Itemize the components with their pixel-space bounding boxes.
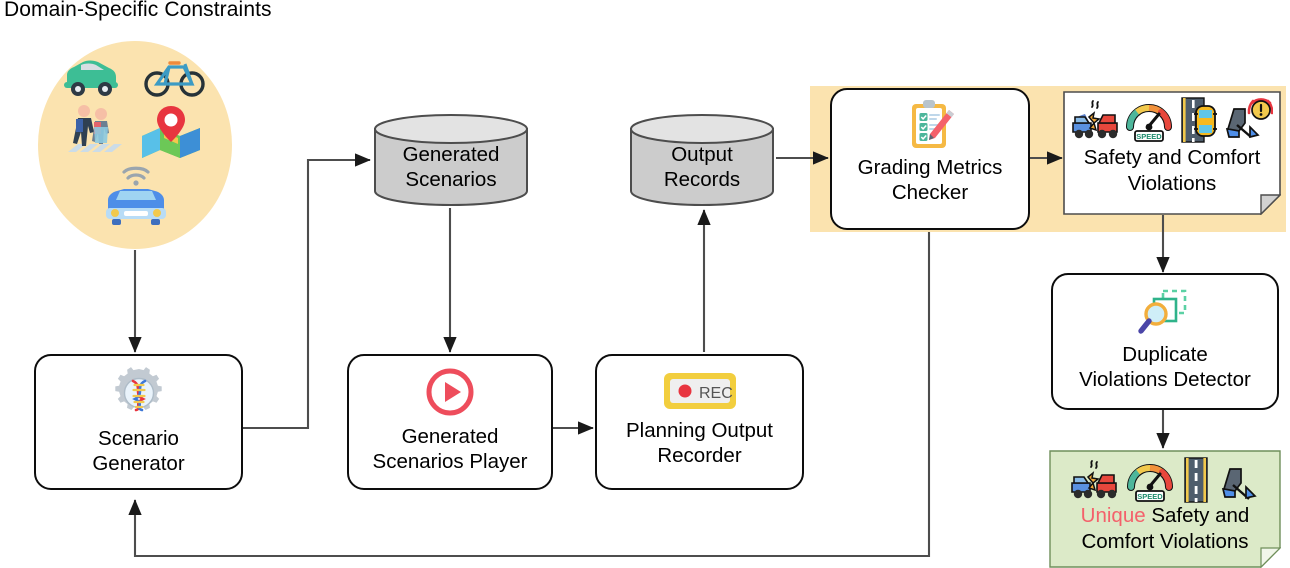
generated-scenarios-label-line2: Scenarios <box>405 168 497 191</box>
unique-violations-label-line2: Comfort Violations <box>1081 529 1249 553</box>
node-grading-metrics-checker[interactable]: Grading Metrics Checker <box>830 88 1030 230</box>
play-button-icon <box>426 368 474 416</box>
violations-icon-row: SPEED <box>1071 95 1273 143</box>
node-duplicate-violations-detector[interactable]: Duplicate Violations Detector <box>1051 273 1279 410</box>
safety-violations-label-line2: Violations <box>1127 171 1217 195</box>
node-unique-safety-comfort-violations[interactable]: SPEED Unique Safety and Comfort Violatio… <box>1049 450 1281 568</box>
speedometer-icon: SPEED <box>1127 464 1173 502</box>
bicycle-icon <box>144 61 205 97</box>
speedometer-icon: SPEED <box>1126 104 1172 142</box>
node-safety-comfort-violations[interactable]: SPEED Safety and Comfort Violations <box>1063 91 1281 215</box>
safety-violations-label-line1: Safety and Comfort <box>1083 146 1261 169</box>
lane-departure-icon <box>1181 97 1217 143</box>
harsh-braking-alert-icon <box>1225 98 1273 139</box>
duplicate-detector-label-line2: Violations Detector <box>1079 368 1251 391</box>
scenario-generator-label-line2: Generator <box>92 452 185 475</box>
car-collision-icon <box>1071 460 1117 499</box>
gear-dna-icon <box>114 367 162 412</box>
scenario-generator-label-line1: Scenario <box>98 427 179 450</box>
scenarios-player-label-line1: Generated <box>401 425 499 448</box>
domain-constraints-group <box>52 44 222 234</box>
node-output-records[interactable]: Output Records <box>628 112 776 208</box>
road-lane-icon <box>1184 457 1208 503</box>
scenarios-player-label-line2: Scenarios Player <box>372 450 528 473</box>
diagram-canvas: Domain-Specific Constraints Scenario Gen… <box>0 0 1290 568</box>
grading-checker-label-line2: Checker <box>891 181 969 204</box>
planning-recorder-label-line2: Recorder <box>657 444 742 467</box>
car-collision-icon <box>1072 100 1118 139</box>
output-records-label-line2: Records <box>663 168 741 191</box>
planning-recorder-label-line1: Planning Output <box>625 419 774 442</box>
unique-violations-icon-row: SPEED <box>1069 455 1261 503</box>
clipboard-checklist-pencil-icon <box>912 100 954 148</box>
car-icon <box>64 60 118 96</box>
magnifier-duplicate-icon <box>1138 289 1187 334</box>
rec-badge-text: REC <box>699 385 733 402</box>
speed-badge-text: SPEED <box>1136 132 1162 141</box>
map-pin-icon <box>142 106 200 158</box>
grading-checker-label-line1: Grading Metrics <box>857 156 1003 179</box>
connected-vehicle-icon <box>106 166 166 225</box>
page-title: Domain-Specific Constraints <box>4 0 272 21</box>
unique-accent-word: Unique <box>1080 504 1146 527</box>
node-generated-scenarios[interactable]: Generated Scenarios <box>372 112 530 208</box>
unique-violations-label-line1-rest: Safety and <box>1145 504 1250 527</box>
output-records-label-line1: Output <box>671 143 733 166</box>
duplicate-detector-label-line1: Duplicate <box>1122 343 1208 366</box>
speed-badge-text: SPEED <box>1137 492 1163 501</box>
node-generated-scenarios-player[interactable]: Generated Scenarios Player <box>347 354 553 490</box>
generated-scenarios-label-line1: Generated <box>402 143 500 166</box>
harsh-braking-icon <box>1221 468 1257 500</box>
node-scenario-generator[interactable]: Scenario Generator <box>34 354 243 490</box>
rec-badge-icon: REC <box>663 373 736 409</box>
pedestrians-crosswalk-icon <box>68 105 122 152</box>
node-planning-output-recorder[interactable]: REC Planning Output Recorder <box>595 354 804 490</box>
